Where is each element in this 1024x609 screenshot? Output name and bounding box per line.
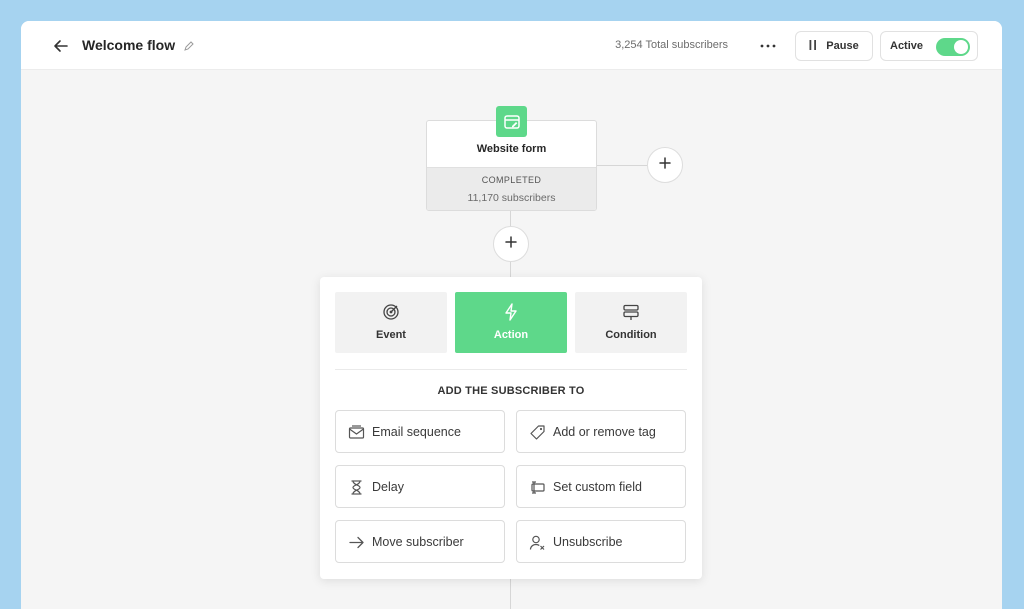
connector-line bbox=[596, 165, 647, 166]
option-set-custom-field[interactable]: Set custom field bbox=[516, 465, 686, 508]
email-sequence-icon bbox=[348, 424, 365, 441]
active-toggle[interactable] bbox=[936, 38, 970, 56]
more-options-icon[interactable] bbox=[758, 36, 778, 56]
website-form-icon bbox=[496, 106, 527, 137]
connector-line bbox=[510, 579, 511, 609]
option-email-sequence[interactable]: Email sequence bbox=[335, 410, 505, 453]
option-label: Move subscriber bbox=[372, 535, 464, 549]
total-subscribers: 3,254 Total subscribers bbox=[615, 39, 728, 51]
option-label: Unsubscribe bbox=[553, 535, 623, 549]
option-label: Set custom field bbox=[553, 480, 642, 494]
divider bbox=[335, 369, 687, 370]
lightning-icon bbox=[502, 303, 520, 321]
toggle-knob bbox=[954, 40, 968, 54]
add-step-button[interactable] bbox=[493, 226, 529, 262]
section-title: ADD THE SUBSCRIBER TO bbox=[437, 385, 585, 397]
option-delay[interactable]: Delay bbox=[335, 465, 505, 508]
option-label: Email sequence bbox=[372, 425, 461, 439]
user-remove-icon bbox=[529, 534, 546, 551]
add-branch-button[interactable] bbox=[647, 147, 683, 183]
trigger-status: COMPLETED bbox=[481, 175, 542, 185]
app-window: Welcome flow 3,254 Total subscribers Pau… bbox=[21, 21, 1002, 609]
option-unsubscribe[interactable]: Unsubscribe bbox=[516, 520, 686, 563]
option-label: Delay bbox=[372, 480, 404, 494]
step-chooser-panel: Event Action Condition ADD THE SUBSCRIBE… bbox=[320, 277, 702, 579]
arrow-right-icon bbox=[348, 534, 365, 551]
tab-event[interactable]: Event bbox=[335, 292, 447, 353]
tab-label: Condition bbox=[605, 329, 657, 341]
connector-line bbox=[510, 261, 511, 278]
connector-line bbox=[510, 211, 511, 227]
trigger-count: 11,170 subscribers bbox=[467, 192, 556, 204]
tab-label: Event bbox=[376, 329, 406, 341]
tag-icon bbox=[529, 424, 546, 441]
signpost-icon bbox=[622, 303, 640, 321]
tab-action[interactable]: Action bbox=[455, 292, 567, 353]
plus-icon bbox=[505, 235, 517, 253]
back-arrow-icon[interactable] bbox=[51, 36, 71, 56]
trigger-title: Website form bbox=[476, 143, 547, 155]
pause-label: Pause bbox=[826, 40, 859, 52]
tab-condition[interactable]: Condition bbox=[575, 292, 687, 353]
active-toggle-group: Active bbox=[880, 31, 978, 61]
plus-icon bbox=[659, 156, 671, 174]
tab-label: Action bbox=[493, 329, 529, 341]
pencil-icon[interactable] bbox=[183, 39, 195, 51]
top-bar: Welcome flow 3,254 Total subscribers Pau… bbox=[21, 21, 1002, 70]
custom-field-icon bbox=[529, 479, 546, 496]
target-icon bbox=[382, 303, 400, 321]
active-label: Active bbox=[890, 40, 924, 52]
flow-title: Welcome flow bbox=[82, 37, 176, 53]
option-label: Add or remove tag bbox=[553, 425, 656, 439]
option-move-subscriber[interactable]: Move subscriber bbox=[335, 520, 505, 563]
pause-button[interactable]: Pause bbox=[795, 31, 873, 61]
pause-icon bbox=[809, 39, 817, 53]
hourglass-icon bbox=[348, 479, 365, 496]
option-add-remove-tag[interactable]: Add or remove tag bbox=[516, 410, 686, 453]
trigger-footer: COMPLETED 11,170 subscribers bbox=[427, 167, 596, 210]
